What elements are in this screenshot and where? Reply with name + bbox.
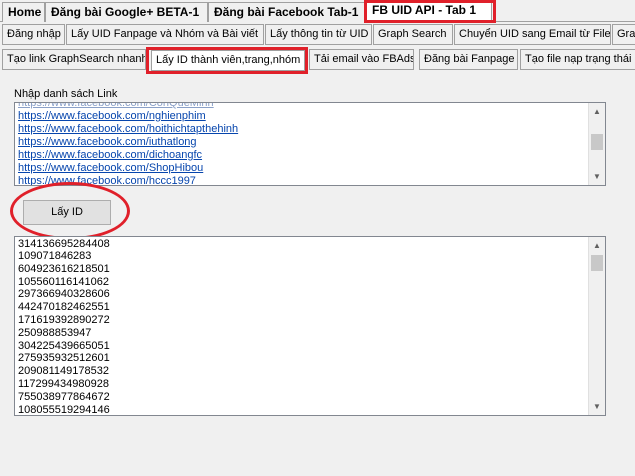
tab-load-email-fbads[interactable]: Tải email vào FBAds [309, 49, 414, 70]
tab-fanpage-post[interactable]: Đăng bài Fanpage [419, 49, 518, 70]
list-item: 304225439665051 [18, 339, 110, 352]
list-item: https://www.facebook.com/ConQueMinh [18, 102, 214, 109]
list-item: https://www.facebook.com/hccc1997 [18, 175, 196, 186]
scroll-up-icon[interactable]: ▲ [589, 237, 605, 254]
list-item: https://www.facebook.com/ShopHibou [18, 162, 204, 174]
list-item: 171619392890272 [18, 313, 110, 326]
tab-login[interactable]: Đăng nhập [2, 24, 65, 45]
list-item: https://www.facebook.com/nghienphim [18, 110, 206, 122]
list-item: https://www.facebook.com/dichoangfc [18, 149, 203, 161]
scroll-down-icon[interactable]: ▼ [589, 168, 605, 185]
scroll-down-icon[interactable]: ▼ [589, 398, 605, 415]
list-item: 108055519294146 [18, 403, 110, 416]
result-id-textarea[interactable]: 314136695284408 109071846283 60492361621… [14, 236, 606, 416]
list-item: 109071846283 [18, 250, 92, 262]
list-item: 105560116141062 [18, 275, 109, 288]
tab-home[interactable]: Home [2, 2, 45, 22]
scroll-thumb[interactable] [591, 134, 603, 150]
tab-facebook-post[interactable]: Đăng bài Facebook Tab-1 [208, 2, 365, 22]
tab-graph-search[interactable]: Graph Search [373, 24, 453, 45]
link-list-textarea[interactable]: https://www.facebook.com/ConQueMinh http… [14, 102, 606, 186]
tab-get-member-id[interactable]: Lấy ID thành viên,trang,nhóm [151, 50, 305, 71]
list-item: https://www.facebook.com/hoithichtaptheh… [18, 123, 239, 135]
link-list-scrollbar[interactable]: ▲ ▼ [588, 103, 605, 185]
list-item: 442470182462551 [18, 301, 110, 314]
main-tab-strip: Home Đăng bài Google+ BETA-1 Đăng bài Fa… [0, 0, 635, 23]
list-item: 209081149178532 [18, 365, 109, 378]
tab-uid-info[interactable]: Lấy thông tin từ UID [265, 24, 372, 45]
tab-fb-uid-api[interactable]: FB UID API - Tab 1 [366, 0, 492, 23]
get-id-button[interactable]: Lấy ID [23, 200, 111, 225]
list-item: 755038977864672 [18, 390, 110, 403]
tab-graph-more[interactable]: Gra [612, 24, 635, 45]
list-item: 275935932512601 [18, 352, 110, 365]
tab-get-uid-fanpage[interactable]: Lấy UID Fanpage và Nhóm và Bài viết [66, 24, 264, 45]
tab-status-file[interactable]: Tạo file nạp trạng thái n [520, 49, 635, 70]
tab-google-plus[interactable]: Đăng bài Google+ BETA-1 [45, 2, 208, 22]
result-scrollbar[interactable]: ▲ ▼ [588, 237, 605, 415]
list-item: 250988853947 [18, 326, 92, 339]
link-list-label: Nhập danh sách Link [14, 88, 118, 100]
tab-uid-to-email[interactable]: Chuyển UID sang Email từ File [454, 24, 611, 45]
list-item: 297366940328606 [18, 288, 110, 301]
list-item: 604923616218501 [18, 262, 110, 275]
list-item: 117299434980928 [18, 377, 109, 390]
scroll-thumb[interactable] [591, 255, 603, 271]
list-item: 314136695284408 [18, 238, 110, 250]
list-item: https://www.facebook.com/iuthatlong [18, 136, 197, 148]
scroll-up-icon[interactable]: ▲ [589, 103, 605, 120]
tab-quick-graphsearch-link[interactable]: Tạo link GraphSearch nhanh [2, 49, 146, 70]
